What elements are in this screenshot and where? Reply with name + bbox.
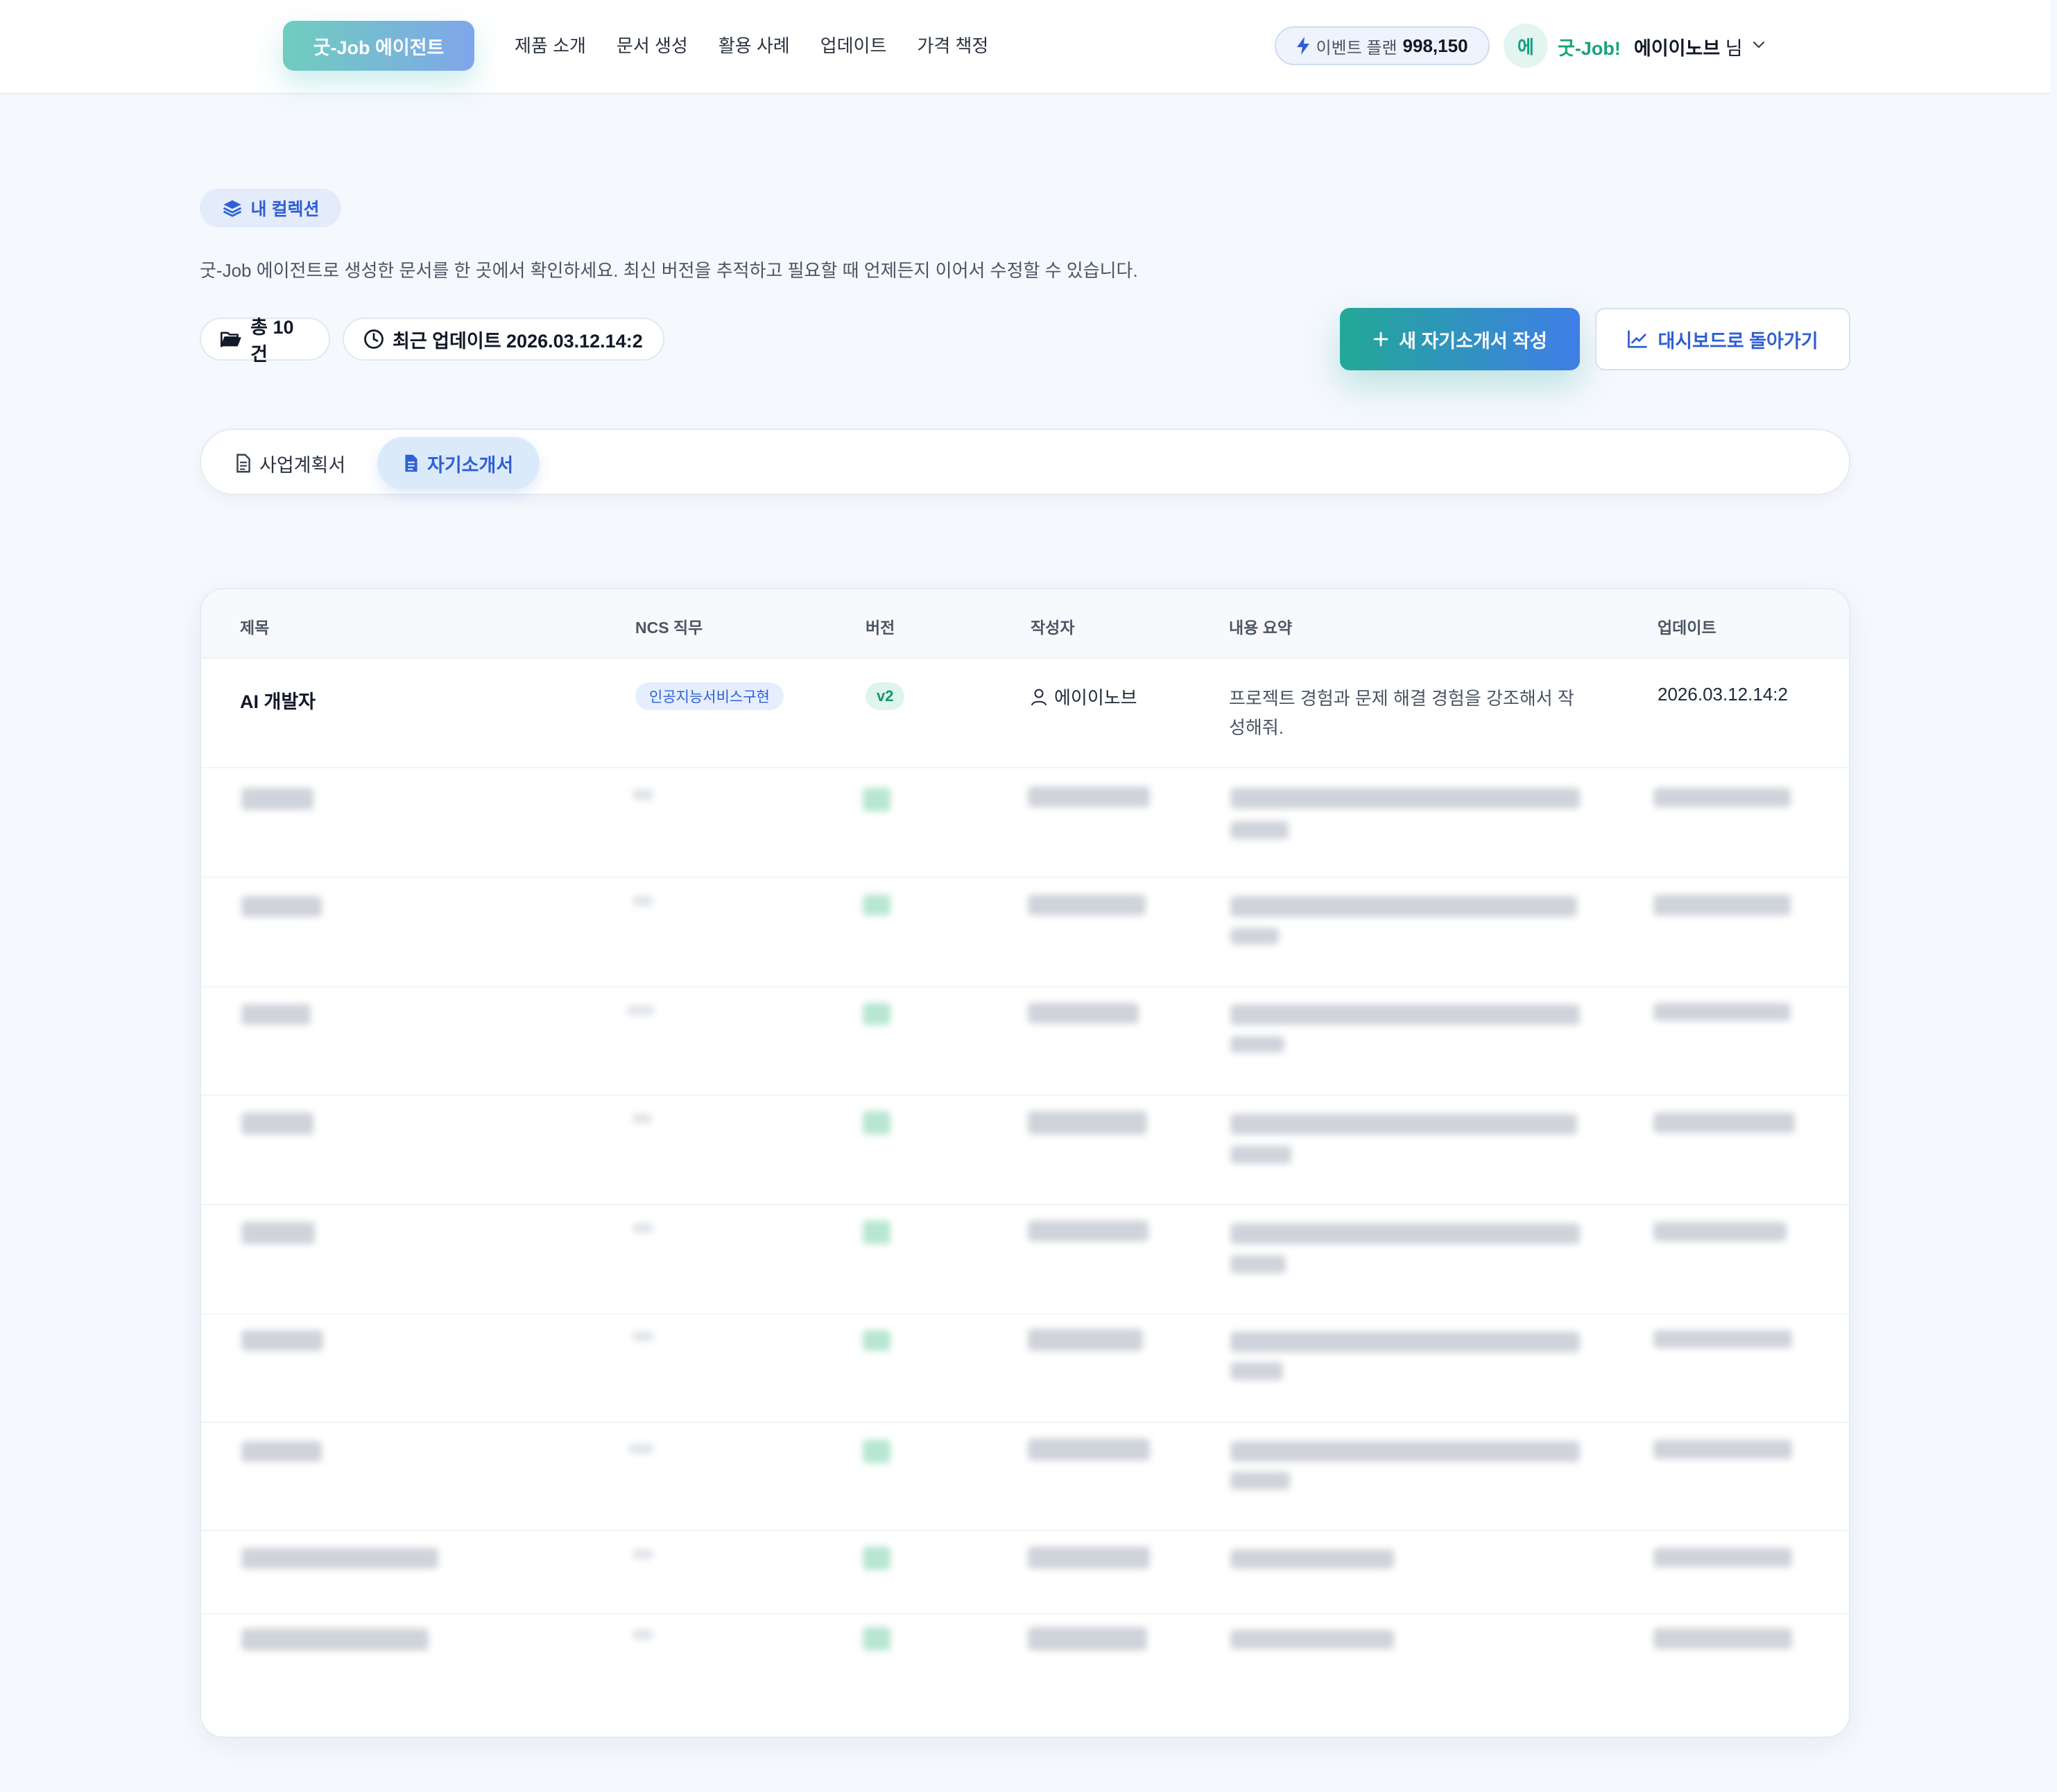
blurred-table-row[interactable] [201, 1099, 1849, 1203]
blurred-table-row[interactable] [201, 1316, 1849, 1420]
blurred-table-row[interactable] [201, 1426, 1849, 1530]
collection-description: 굿-Job 에이전트로 생성한 문서를 한 곳에서 확인하세요. 최신 버전을 … [200, 260, 1138, 281]
document-icon [236, 454, 250, 473]
column-header-title[interactable]: 제목 [240, 614, 269, 638]
chevron-down-icon[interactable] [1750, 36, 1767, 53]
last-update-chip: 최근 업데이트 2026.03.12.14:2 [343, 318, 664, 361]
top-header: 굿-Job 에이전트 제품 소개 문서 생성 활용 사례 업데이트 가격 책정 … [0, 0, 2050, 94]
last-update-text: 최근 업데이트 2026.03.12.14:2 [393, 330, 643, 352]
user-suffix: 님 [1725, 38, 1743, 59]
nav-updates[interactable]: 업데이트 [820, 32, 887, 58]
blurred-table-row[interactable] [201, 881, 1849, 985]
user-name: 에이이노브 [1634, 38, 1721, 59]
event-plan-label: 이벤트 플랜 [1316, 38, 1397, 58]
back-to-dashboard-button[interactable]: 대시보드로 돌아가기 [1595, 308, 1850, 370]
layers-icon [223, 200, 241, 217]
user-menu[interactable]: 에이이노브 님 [1634, 33, 1743, 60]
tab-cover-letter-label: 자기소개서 [427, 454, 514, 476]
column-header-version[interactable]: 버전 [866, 614, 895, 638]
nav-pricing[interactable]: 가격 책정 [917, 32, 988, 58]
row-summary: 프로젝트 경험과 문제 해결 경험을 강조해서 작성해줘. [1229, 688, 1574, 738]
table-header: 제목 NCS 직무 버전 작성자 내용 요약 업데이트 [201, 589, 1849, 659]
total-count-chip: 총 10건 [200, 317, 330, 365]
row-divider [201, 986, 1849, 988]
nav-product-intro[interactable]: 제품 소개 [515, 32, 586, 58]
collection-badge: 내 컬렉션 [200, 189, 341, 227]
avatar[interactable]: 에 [1504, 24, 1548, 68]
back-to-dashboard-label: 대시보드로 돌아가기 [1658, 330, 1818, 352]
row-divider [201, 1204, 1849, 1205]
new-cover-letter-label: 새 자기소개서 작성 [1399, 330, 1547, 352]
row-divider [201, 1530, 1849, 1531]
ncs-badge: 인공지능서비스구현 [635, 682, 784, 710]
new-cover-letter-button[interactable]: 새 자기소개서 작성 [1340, 308, 1580, 370]
blurred-table-row[interactable] [201, 1208, 1849, 1312]
clock-icon [364, 329, 384, 349]
nav-document-generation[interactable]: 문서 생성 [617, 32, 688, 58]
column-header-author[interactable]: 작성자 [1031, 614, 1074, 638]
column-header-ncs[interactable]: NCS 직무 [635, 614, 703, 638]
row-updated: 2026.03.12.14:2 [1658, 684, 1788, 705]
column-header-summary[interactable]: 내용 요약 [1229, 614, 1292, 638]
collection-badge-label: 내 컬렉션 [250, 200, 320, 219]
tab-business-plan[interactable]: 사업계획서 [209, 437, 372, 490]
column-header-updated[interactable]: 업데이트 [1658, 614, 1716, 638]
row-divider [201, 1094, 1849, 1096]
tab-cover-letter[interactable]: 자기소개서 [377, 437, 540, 490]
brand-text: 굿-Job! [1558, 38, 1621, 59]
blurred-table-row[interactable] [201, 1614, 1849, 1718]
row-divider [201, 877, 1849, 878]
version-badge: v2 [866, 682, 905, 710]
event-plan-value: 998,150 [1402, 35, 1468, 56]
folder-open-icon [221, 331, 241, 347]
row-divider [201, 1422, 1849, 1423]
bolt-icon [1297, 37, 1310, 55]
row-divider [201, 767, 1849, 768]
row-title[interactable]: AI 개발자 [240, 687, 316, 714]
nav-use-cases[interactable]: 활용 사례 [718, 32, 790, 58]
user-icon [1031, 689, 1047, 705]
plus-icon [1373, 331, 1388, 347]
tab-business-plan-label: 사업계획서 [259, 454, 346, 476]
row-divider [201, 1313, 1849, 1315]
main-nav: 제품 소개 문서 생성 활용 사례 업데이트 가격 책정 [515, 32, 988, 58]
chart-line-icon [1628, 330, 1648, 348]
brand-logo-button[interactable]: 굿-Job 에이전트 [283, 21, 474, 71]
blurred-table-row[interactable] [201, 989, 1849, 1093]
document-icon [405, 454, 418, 472]
row-author: 에이이노브 [1031, 684, 1137, 709]
row-author-name: 에이이노브 [1054, 687, 1137, 708]
document-type-tabs: 사업계획서 자기소개서 [200, 429, 1850, 495]
event-plan-pill[interactable]: 이벤트 플랜 998,150 [1275, 26, 1490, 65]
documents-table: 제목 NCS 직무 버전 작성자 내용 요약 업데이트 AI 개발자 인공지능서… [200, 588, 1850, 1738]
blurred-table-row[interactable] [201, 771, 1849, 875]
total-count: 총 10건 [250, 317, 294, 365]
